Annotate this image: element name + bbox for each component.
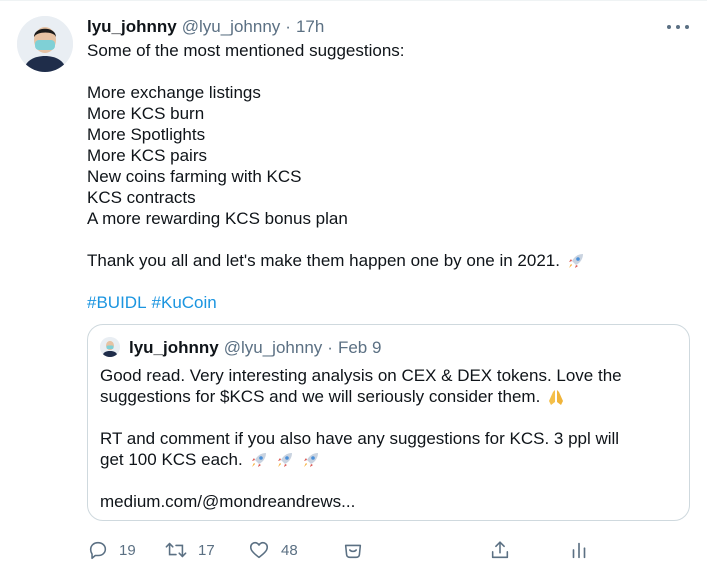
author-name[interactable]: lyu_johnny: [87, 17, 177, 37]
tweet-text: Some of the most mentioned suggestions: …: [87, 40, 687, 313]
quoted-link[interactable]: medium.com/@mondreandrews...: [100, 491, 680, 512]
author-handle[interactable]: @lyu_johnny: [182, 17, 281, 37]
quoted-author-handle: @lyu_johnny: [223, 338, 323, 357]
tweet-line: KCS contracts: [87, 188, 196, 207]
analytics-button[interactable]: [568, 538, 590, 562]
folded-hands-emoji: [549, 389, 564, 405]
analytics-icon: [572, 542, 586, 559]
tweet-line: More KCS pairs: [87, 146, 207, 165]
quoted-author-name: lyu_johnny: [129, 338, 219, 357]
like-count: 48: [281, 541, 298, 559]
retweet-button[interactable]: 17: [164, 538, 215, 562]
share-icon: [491, 541, 509, 559]
tweet-line: More KCS burn: [87, 104, 205, 123]
quoted-line: suggestions for $KCS and we will serious…: [100, 386, 680, 407]
tweet-header: lyu_johnny @lyu_johnny · 17h: [87, 16, 324, 38]
quoted-line: Good read. Very interesting analysis on …: [100, 366, 622, 385]
reply-icon: [89, 541, 107, 560]
tweet-line: New coins farming with KCS: [87, 167, 302, 186]
separator: ·: [285, 17, 291, 36]
hashtag-buidl[interactable]: #BUIDL: [87, 292, 147, 313]
like-button[interactable]: 48: [247, 538, 298, 562]
quoted-line-text: suggestions for $KCS and we will serious…: [100, 387, 541, 406]
tweet-line-text: Thank you all and let's make them happen…: [87, 251, 560, 270]
tweet-line: Thank you all and let's make them happen…: [87, 250, 687, 271]
reply-count: 19: [119, 541, 136, 559]
tip-jar-icon: [344, 544, 362, 559]
quoted-text: Good read. Very interesting analysis on …: [100, 365, 680, 512]
tweet-line: More exchange listings: [87, 83, 261, 102]
more-dot: [667, 25, 671, 29]
quoted-avatar: [100, 337, 120, 357]
separator: ·: [327, 338, 333, 357]
more-dot: [676, 25, 680, 29]
tweet-actions: 19 17 48: [87, 538, 607, 562]
rocket-emoji: [277, 452, 292, 467]
hashtags: #BUIDL #KuCoin: [87, 292, 687, 313]
rocket-emoji: [251, 452, 266, 467]
quoted-header: lyu_johnny @lyu_johnny · Feb 9: [129, 337, 381, 359]
quoted-line: RT and comment if you also have any sugg…: [100, 429, 620, 448]
quoted-timestamp: Feb 9: [337, 338, 382, 357]
top-divider: [0, 0, 707, 1]
quoted-tweet[interactable]: lyu_johnny @lyu_johnny · Feb 9 Good read…: [87, 324, 690, 521]
tip-button[interactable]: [342, 538, 364, 562]
hashtag-kucoin[interactable]: #KuCoin: [152, 292, 217, 313]
avatar[interactable]: [17, 16, 73, 72]
tweet-line: A more rewarding KCS bonus plan: [87, 209, 348, 228]
more-icon[interactable]: [667, 20, 689, 34]
quoted-line: get 100 KCS each.: [100, 449, 680, 470]
rocket-emoji: [568, 253, 583, 268]
tweet-line: More Spotlights: [87, 125, 206, 144]
rocket-emoji: [303, 452, 318, 467]
more-dot: [685, 25, 689, 29]
tweet-line: Some of the most mentioned suggestions:: [87, 41, 405, 60]
tweet-timestamp[interactable]: 17h: [296, 17, 324, 37]
retweet-count: 17: [198, 541, 215, 559]
avatar-image: [17, 16, 73, 72]
share-button[interactable]: [489, 538, 511, 562]
heart-icon: [249, 541, 269, 559]
quoted-line-text: get 100 KCS each.: [100, 450, 243, 469]
reply-button[interactable]: 19: [87, 538, 136, 562]
retweet-icon: [165, 542, 187, 558]
quoted-avatar-image: [100, 337, 120, 357]
